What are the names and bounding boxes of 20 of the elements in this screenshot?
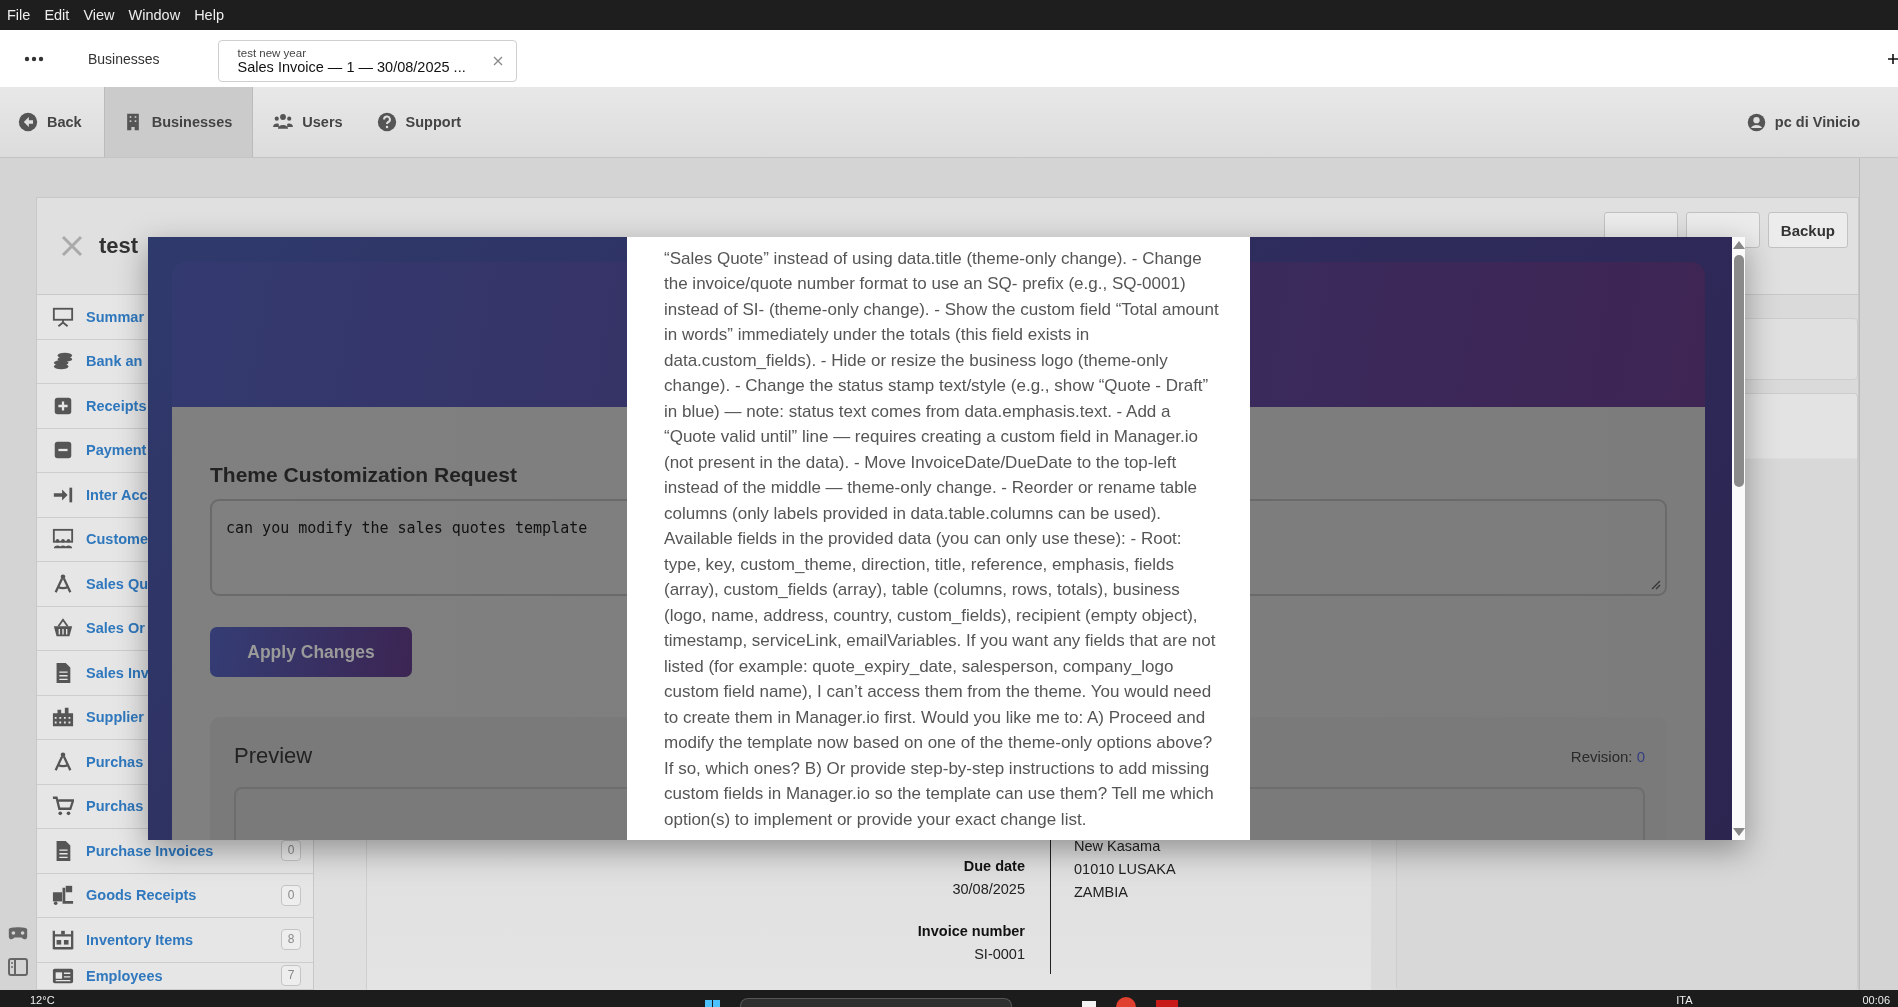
count-badge: 0 [281,884,301,906]
preview-title: Preview [234,743,313,769]
field-label: Invoice number [916,922,1025,941]
address-line: ZAMBIA [1074,883,1129,902]
field-value: SI-0001 [973,945,1025,964]
count-badge: 8 [281,929,301,951]
address-line: New Kasama [1074,837,1162,856]
field-value: 30/08/2025 [951,880,1025,899]
field-label: Due date [962,857,1025,876]
section-heading: Theme Customization Request [210,463,517,487]
reply-message: “Sales Quote” instead of using data.title (theme-only change). - Change the invoice/quote number format to use an SQ- prefix (e.g., SQ-0001) instead of SI- (theme-only change). - Show the custom field “Total amount in words” immediately under the totals (this field exists in data.custom_fields). - Hide or resize the business logo (theme-only change). - Change the status stamp text/style (e.g., show “Quote - Draft” in blue) — note: status text comes from data.emphasis.text. - Add a “Quote valid until” line — requires creating a custom field in Manager.io (not present in the data). - Move InvoiceDate/DueDate to the top-left instead of the middle — theme-only change. - Reorder or rename table columns (only labels provided in data.table.columns can be used). Available fields in the provided data (you can only use these): - Root: type, key, custom_theme, direction, title, reference, emphasis, fields (array), custom_fields (array), table (columns, rows, totals), business (logo, name, address, country, custom_fields), recipient (empty object), timestamp, serviceLink, emailVariables. If you want any fields that are not listed (for example: quote_expiry_date, salesperson, company_logo custom field name), I can’t access them from the theme. You would need to create them in Manager.io first. Would you like me to: A) Proceed and modify the template now based on one of the theme-only options above? If so, which ones? B) Or provide step-by-step instructions to add missing custom fields in Manager.io so the template can use them? Tell me which option(s) to implement or provide your exact change list. [664,247,1220,831]
tab-title: Sales Invoice — 1 — 30/08/2025 ... [237,58,467,75]
tab-subtitle: test new year [237,46,307,59]
revision-label: Revision: 0 [1570,747,1645,765]
address-line: 01010 LUSAKA [1074,860,1176,879]
business-title: test [99,233,139,259]
count-badge: 7 [281,965,301,987]
count-badge: 0 [281,840,301,862]
weather-text: 12°C [30,993,55,1007]
clock-text: 00:06 [1862,993,1890,1007]
